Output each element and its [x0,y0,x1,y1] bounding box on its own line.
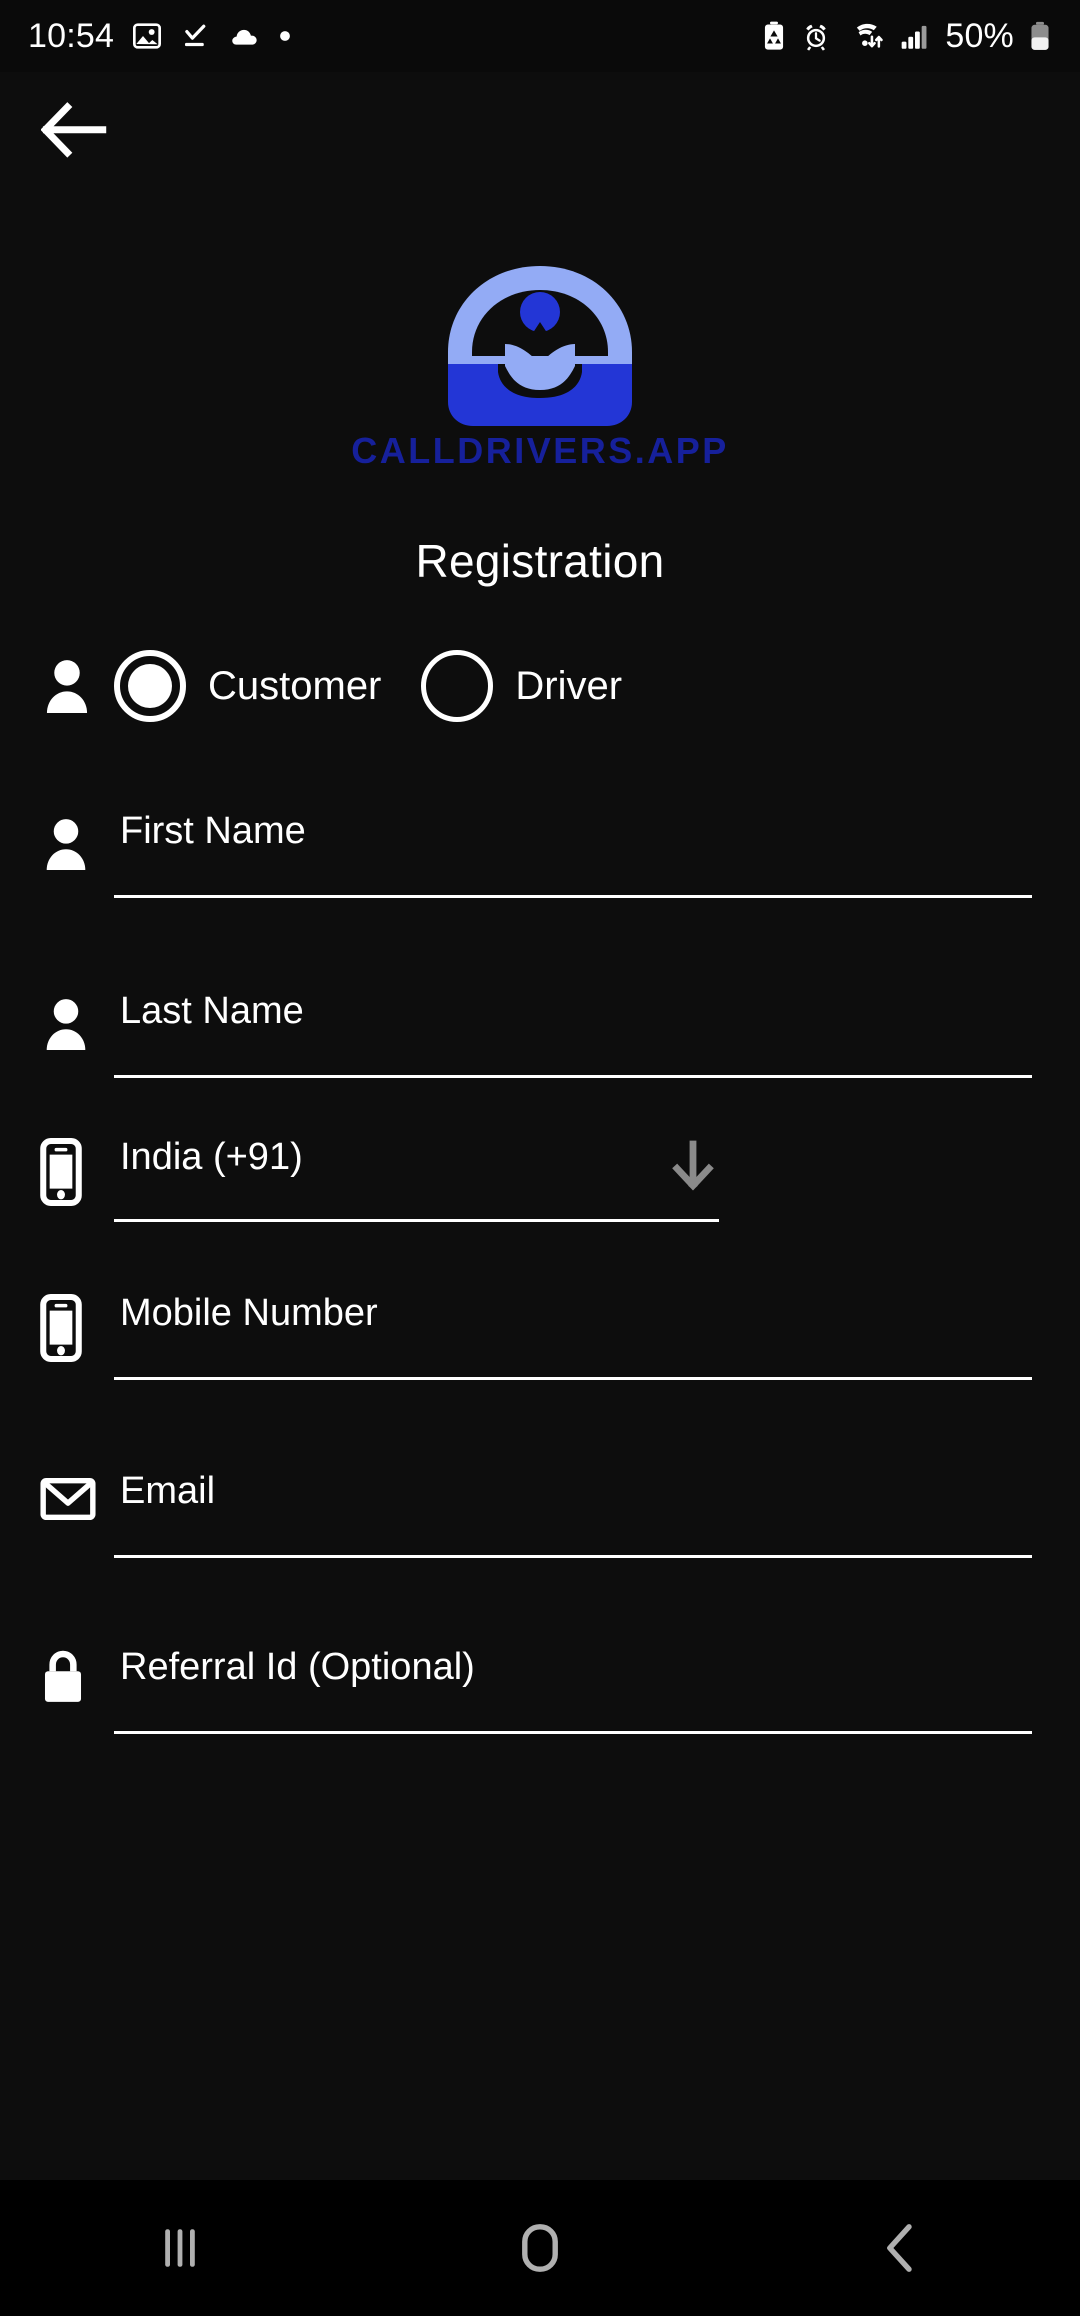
battery-icon [1031,21,1049,50]
back-arrow-icon [41,102,107,158]
signal-icon [902,25,927,49]
field-first-name[interactable]: First Name [0,810,1080,898]
referral-id-input[interactable]: Referral Id (Optional) [114,1646,1032,1689]
status-bar-right: 50% [761,17,1052,56]
lock-icon [40,1646,114,1706]
mobile-number-underline [114,1377,1032,1380]
field-country-code[interactable]: India (+91) [0,1136,1080,1222]
field-referral-id[interactable]: Referral Id (Optional) [0,1646,1080,1734]
recents-icon [165,2229,195,2267]
phone-screen: 10:54 50% CALLDRIVERS.APP Registration C… [0,0,1080,2316]
status-bar-left: 10:54 [28,17,292,56]
email-input[interactable]: Email [114,1470,1032,1513]
battery-saver-icon [765,21,784,50]
radio-customer[interactable] [114,650,186,722]
system-nav-bar [0,2180,1080,2316]
app-bar [0,72,1080,182]
back-arrow-button[interactable] [28,88,120,172]
radio-customer-dot [128,664,172,708]
page-title: Registration [415,535,665,587]
role-selector: Customer Driver [0,650,1080,722]
image-icon [133,23,162,49]
email-underline [114,1555,1032,1558]
role-option-driver[interactable]: Driver [421,650,622,722]
person-icon [40,810,114,872]
nav-back-button[interactable] [825,2198,975,2298]
home-icon [522,2224,558,2272]
first-name-underline [114,895,1032,898]
last-name-input[interactable]: Last Name [114,990,1032,1033]
dot-icon [280,31,290,41]
role-option-customer[interactable]: Customer [114,650,381,722]
last-name-underline [114,1075,1032,1078]
phone-icon [40,1136,114,1206]
wifi-icon [857,23,884,48]
person-icon [40,657,114,715]
country-code-underline [114,1219,719,1222]
down-arrow-icon[interactable] [667,1140,719,1197]
home-button[interactable] [465,2198,615,2298]
radio-driver[interactable] [421,650,494,722]
role-label-driver: Driver [515,663,623,708]
role-label-customer: Customer [208,663,382,708]
country-code-value[interactable]: India (+91) [114,1136,719,1179]
first-name-input[interactable]: First Name [114,810,1032,853]
phone-icon [40,1292,114,1362]
back-icon [887,2224,912,2272]
person-icon [40,990,114,1052]
mobile-number-input[interactable]: Mobile Number [114,1292,1032,1335]
brand-logo: CALLDRIVERS.APP [0,260,1080,472]
status-bar-clock: 10:54 [28,16,115,55]
steering-wheel-logo-icon [448,266,632,426]
field-email[interactable]: Email [0,1470,1080,1558]
referral-id-underline [114,1731,1032,1734]
cloud-icon [232,29,257,45]
download-complete-icon [185,24,206,47]
field-last-name[interactable]: Last Name [0,990,1080,1078]
alarm-icon [806,24,827,51]
status-bar: 10:54 50% [0,0,1080,72]
registration-form-scroll[interactable]: CALLDRIVERS.APP Registration Customer Dr… [0,182,1080,2180]
recents-button[interactable] [105,2198,255,2298]
envelope-icon [40,1470,114,1522]
field-mobile-number[interactable]: Mobile Number [0,1292,1080,1380]
brand-wordmark: CALLDRIVERS.APP [351,430,729,471]
battery-percent-label: 50% [945,16,1014,55]
